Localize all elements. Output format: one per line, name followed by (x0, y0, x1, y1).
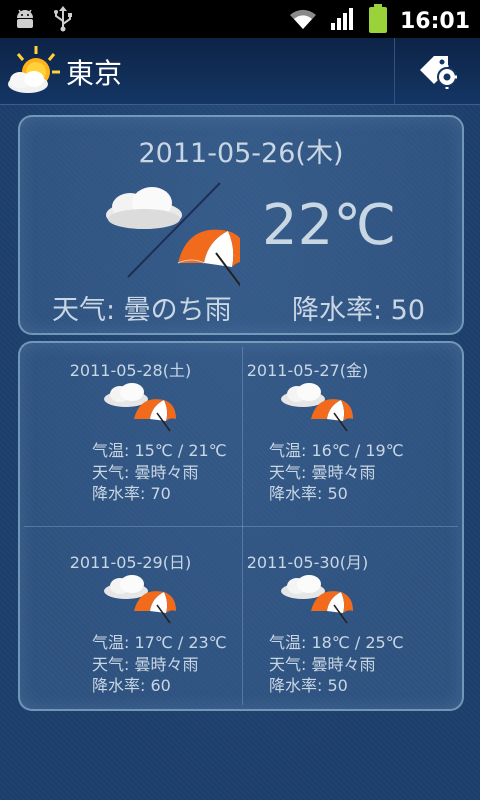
grid-divider-horizontal (24, 526, 458, 527)
forecast-precipitation: 降水率: 50 (269, 676, 348, 695)
cloud-umbrella-icon (102, 379, 182, 435)
status-bar: 16:01 (0, 0, 480, 38)
wifi-icon (288, 7, 318, 35)
forecast-date: 2011-05-30(月) (246, 553, 369, 572)
cloud-umbrella-icon (279, 379, 359, 435)
cloud-umbrella-icon (279, 571, 359, 627)
signal-icon (330, 7, 356, 35)
status-clock: 16:01 (399, 8, 470, 34)
forecast-panel: 2011-05-28(土) 气温: 15℃ / 21℃ 天气: 曇時々雨 降水率… (18, 341, 464, 711)
today-panel: 2011-05-26(木) 22℃ 天气: 曇のち雨 降水率: 50 (18, 115, 464, 335)
today-condition: 天气: 曇のち雨 (52, 295, 232, 326)
today-precipitation: 降水率: 50 (292, 295, 426, 326)
forecast-temp-range: 气温: 16℃ / 19℃ (269, 441, 404, 460)
forecast-card[interactable]: 2011-05-27(金) 气温: 16℃ / 19℃ 天气: 曇時々雨 降水率… (197, 343, 418, 524)
forecast-date: 2011-05-27(金) (246, 361, 369, 380)
gear-tag-icon (418, 52, 458, 94)
battery-icon (368, 4, 388, 38)
app-bar: 東京 (0, 38, 480, 105)
page-title: 東京 (66, 57, 123, 90)
forecast-precipitation: 降水率: 70 (92, 484, 171, 503)
forecast-precipitation: 降水率: 50 (269, 484, 348, 503)
usb-icon (52, 5, 74, 37)
cloud-then-umbrella-icon (100, 179, 249, 289)
forecast-card[interactable]: 2011-05-30(月) 气温: 18℃ / 25℃ 天气: 曇時々雨 降水率… (197, 535, 418, 716)
forecast-temp-range: 气温: 18℃ / 25℃ (269, 633, 404, 652)
cloud-umbrella-icon (102, 571, 182, 627)
current-temperature: 22℃ (262, 193, 397, 258)
today-date: 2011-05-26(木) (138, 138, 344, 169)
toolbar-divider (394, 38, 395, 104)
sun-cloud-icon (6, 44, 64, 102)
settings-button[interactable] (396, 38, 480, 104)
android-debug-icon (12, 6, 38, 36)
forecast-precipitation: 降水率: 60 (92, 676, 171, 695)
